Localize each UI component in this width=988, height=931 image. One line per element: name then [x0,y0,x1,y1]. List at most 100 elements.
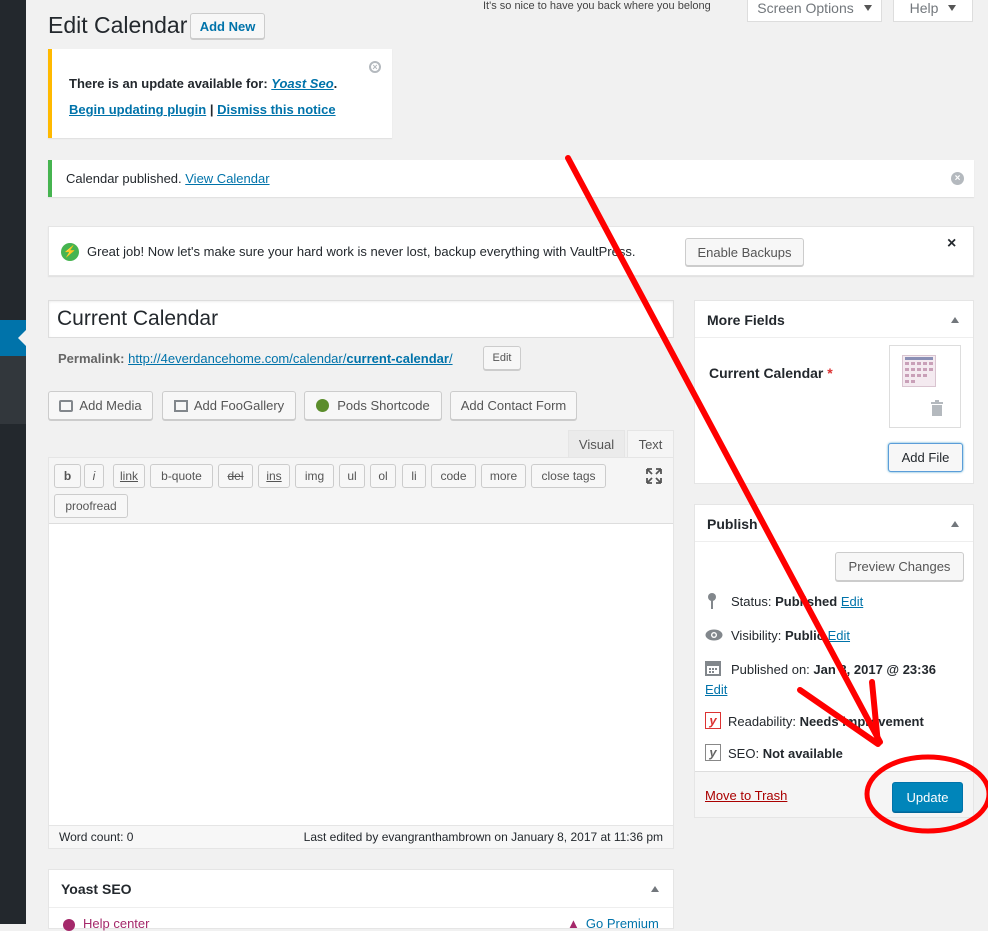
dismiss-notice-link[interactable]: Dismiss this notice [217,102,335,117]
update-button[interactable]: Update [892,782,963,812]
vaultpress-notice: ⚡ Great job! Now let's make sure your ha… [48,226,974,276]
readability-value: Needs improvement [799,714,924,729]
post-title-value: Current Calendar [57,307,219,330]
visibility-value: Public [784,628,824,643]
collapse-arrow-icon[interactable] [951,521,959,527]
calendar-icon [705,660,721,676]
published-notice-text: Calendar published. View Calendar [66,171,270,186]
permalink-link[interactable]: http://4everdancehome.com/calendar/curre… [128,351,452,366]
enable-backups-button[interactable]: Enable Backups [685,238,804,266]
help-center-icon [63,918,75,931]
published-message: Calendar published. [66,171,186,186]
published-notice: Calendar published. View Calendar × [48,160,974,197]
more-fields-divider [695,337,973,338]
pods-icon [316,399,330,412]
fullscreen-icon[interactable] [646,468,662,484]
qt-close-tags-button[interactable]: close tags [531,464,606,488]
qt-code-button[interactable]: code [431,464,476,488]
current-calendar-field-label: Current Calendar * [709,365,833,381]
calendar-thumbnail-image [902,355,936,387]
pods-shortcode-button[interactable]: Pods Shortcode [304,391,442,420]
more-fields-box: More Fields Current Calendar * Add File [694,300,974,484]
post-title-input[interactable]: Current Calendar [48,300,674,338]
qt-italic-button[interactable]: i [84,464,104,488]
qt-li-button[interactable]: li [402,464,426,488]
greeting-text: It's so nice to have you back where you … [483,0,711,12]
status-edit-link[interactable]: Edit [841,594,863,609]
seo-row: SEO: Not available [728,746,843,761]
qt-bold-button[interactable]: b [54,464,81,488]
published-on-value: Jan 8, 2017 @ 23:36 [813,662,936,677]
update-notice-period: . [333,76,338,91]
qt-link-button[interactable]: link [113,464,145,488]
update-notice-actions: Begin updating plugin | Dismiss this not… [69,102,336,117]
published-on-edit-link[interactable]: Edit [705,682,727,697]
add-media-button[interactable]: Add Media [48,391,153,420]
qt-del-button[interactable]: del [218,464,253,488]
qt-ol-button[interactable]: ol [370,464,396,488]
collapse-arrow-icon[interactable] [951,317,959,323]
preview-changes-button[interactable]: Preview Changes [835,552,964,581]
add-new-button[interactable]: Add New [190,13,265,39]
move-to-trash-link[interactable]: Move to Trash [705,788,787,803]
publish-box: Publish Preview Changes Status: Publishe… [694,504,974,818]
qt-ins-button[interactable]: ins [258,464,290,488]
trash-icon[interactable] [930,400,944,416]
screen-options-label: Screen Options [757,0,854,16]
qt-bquote-button[interactable]: b-quote [150,464,213,488]
qt-img-button[interactable]: img [295,464,334,488]
add-media-label: Add Media [79,398,142,413]
add-foogallery-button[interactable]: Add FooGallery [162,391,296,420]
close-icon[interactable]: × [947,235,956,253]
tab-visual[interactable]: Visual [568,430,625,457]
screen-options-button[interactable]: Screen Options [747,0,882,22]
yoast-seo-icon: y [705,744,721,761]
eye-icon [705,629,723,641]
file-thumbnail[interactable] [889,345,961,428]
publish-actions: Move to Trash Update [695,771,973,817]
editor-status-bar: Word count: 0 Last edited by evangrantha… [49,825,673,848]
yoast-readability-icon: y [705,712,721,729]
begin-updating-link[interactable]: Begin updating plugin [69,102,206,117]
chevron-down-icon [863,5,872,11]
vaultpress-bolt-icon: ⚡ [61,243,79,261]
readability-label: Readability: [728,714,796,729]
admin-sidebar [0,0,26,924]
visibility-row: Visibility: Public Edit [731,628,850,643]
yoast-seo-box: Yoast SEO Help center ▲ Go Premium [48,869,674,931]
permalink-base: http://4everdancehome.com/calendar/ [128,351,347,366]
status-label: Status: [731,594,772,609]
gallery-icon [173,399,188,412]
sidebar-submenu[interactable] [0,356,26,424]
visibility-edit-link[interactable]: Edit [828,628,850,643]
dismiss-icon[interactable]: × [369,61,381,73]
dismiss-icon[interactable]: × [951,172,964,185]
add-file-button[interactable]: Add File [888,443,963,472]
help-button[interactable]: Help [893,0,973,22]
add-foogallery-label: Add FooGallery [193,398,285,413]
last-edited: Last edited by evangranthambrown on Janu… [303,830,663,844]
permalink-slug: current-calendar [346,351,449,366]
readability-row: Readability: Needs improvement [728,714,924,729]
status-row: Status: Published Edit [731,594,863,609]
yoast-divider [49,907,673,908]
seo-label: SEO: [728,746,760,761]
qt-more-button[interactable]: more [481,464,526,488]
permalink-edit-button[interactable]: Edit [483,346,521,370]
add-contact-form-button[interactable]: Add Contact Form [450,391,577,420]
yoast-seo-link[interactable]: Yoast Seo [271,76,333,91]
status-value: Published [775,594,838,609]
collapse-arrow-icon[interactable] [651,886,659,892]
permalink-label: Permalink: [58,351,125,366]
vaultpress-message: Great job! Now let's make sure your hard… [87,244,636,259]
view-calendar-link[interactable]: View Calendar [185,171,269,186]
publish-title: Publish [707,516,758,532]
qt-ul-button[interactable]: ul [339,464,365,488]
publish-divider [695,541,973,542]
media-icon [59,399,74,412]
word-count: Word count: 0 [59,830,134,844]
qt-proofread-button[interactable]: proofread [54,494,128,518]
update-notice-text: There is an update available for: Yoast … [69,76,337,91]
tab-text[interactable]: Text [627,430,674,458]
pin-icon [707,593,717,609]
